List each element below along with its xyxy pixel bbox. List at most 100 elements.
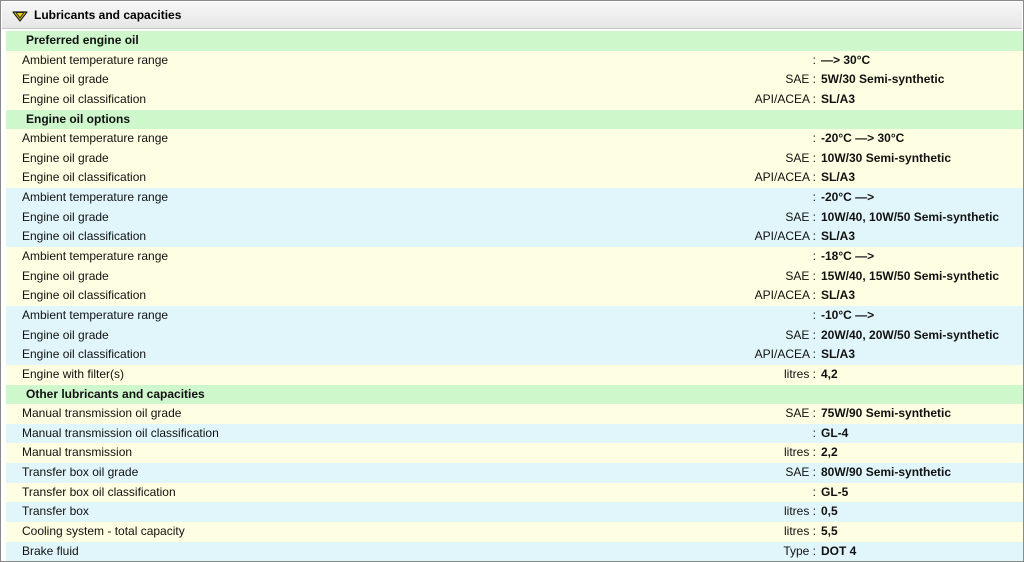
row-label: Ambient temperature range bbox=[22, 249, 169, 264]
row-label: Manual transmission oil grade bbox=[22, 406, 182, 421]
row-label: Transfer box bbox=[22, 504, 89, 519]
row-label: Ambient temperature range bbox=[22, 307, 169, 322]
row-value: 75W/90 Semi-synthetic bbox=[821, 406, 952, 421]
row-unit: API/ACEA : bbox=[754, 170, 816, 185]
row-value: SL/A3 bbox=[821, 170, 856, 185]
table-row: Engine oil classification API/ACEA : SL/A3 bbox=[6, 89, 1023, 110]
row-unit: SAE : bbox=[785, 327, 816, 342]
table-row: Engine oil grade SAE : 10W/40, 10W/50 Semi… bbox=[6, 207, 1023, 228]
table-row: Transfer box oil classification: GL-5 bbox=[6, 482, 1023, 503]
row-label: Engine oil grade bbox=[22, 327, 109, 342]
row-label: Ambient temperature range bbox=[22, 190, 169, 205]
row-label: Engine oil classification bbox=[22, 229, 147, 244]
lubricants-panel: Lubricants and capacities Preferred engi… bbox=[0, 0, 1024, 562]
row-label: Transfer box oil classification bbox=[22, 484, 176, 499]
row-unit: : bbox=[812, 249, 816, 264]
panel-title: Lubricants and capacities bbox=[34, 8, 182, 22]
row-unit: API/ACEA : bbox=[754, 347, 816, 362]
table-row: Engine oil classification API/ACEA : SL/A3 bbox=[6, 286, 1023, 306]
row-value: 10W/40, 10W/50 Semi-synthetic bbox=[821, 209, 1000, 224]
row-value: -20°C —> 30°C bbox=[821, 131, 905, 146]
table-row: Engine oil grade SAE : 15W/40, 15W/50 Semi… bbox=[6, 266, 1023, 287]
row-value: —> 30°C bbox=[821, 52, 871, 67]
row-value: SL/A3 bbox=[821, 347, 856, 362]
row-value: 5,5 bbox=[821, 524, 838, 539]
table-row: Engine oil grade SAE : 5W/30 Semi-syntheti… bbox=[6, 70, 1023, 90]
row-unit: SAE : bbox=[785, 406, 816, 421]
row-label: Engine oil grade bbox=[22, 150, 109, 165]
section-title: Preferred engine oil bbox=[26, 33, 139, 47]
row-label: Ambient temperature range bbox=[22, 131, 169, 146]
row-unit: API/ACEA : bbox=[754, 288, 816, 303]
row-label: Engine oil grade bbox=[22, 209, 109, 224]
oil-can-icon bbox=[12, 11, 28, 22]
row-value: -20°C —> bbox=[821, 190, 875, 205]
row-unit: : bbox=[812, 131, 816, 146]
row-unit: SAE : bbox=[785, 72, 816, 87]
table-row: Ambient temperature range: -20°C —> bbox=[6, 188, 1023, 208]
row-label: Engine oil grade bbox=[22, 72, 109, 87]
section-header: Other lubricants and capacities bbox=[6, 384, 1023, 405]
panel-header[interactable]: Lubricants and capacities bbox=[2, 2, 1022, 29]
row-value: GL-4 bbox=[821, 425, 849, 440]
table-row: Engine oil grade SAE : 10W/30 Semi-synthet… bbox=[6, 148, 1023, 169]
section-title: Other lubricants and capacities bbox=[26, 386, 205, 401]
row-unit: : bbox=[812, 425, 816, 440]
row-label: Engine oil classification bbox=[22, 170, 147, 185]
row-unit: : bbox=[812, 52, 816, 67]
row-value: GL-5 bbox=[821, 484, 849, 499]
row-value: -18°C —> bbox=[821, 249, 875, 264]
lubricants-table: Preferred engine oil Ambient temperature … bbox=[6, 31, 1023, 562]
row-unit: SAE : bbox=[785, 209, 816, 224]
table-row: Cooling system - total capacity litres : 5… bbox=[6, 522, 1023, 542]
row-unit: SAE : bbox=[785, 150, 816, 165]
row-unit: litres : bbox=[783, 366, 816, 381]
table-row: Engine oil grade SAE : 20W/40, 20W/50 Semi… bbox=[6, 325, 1023, 346]
row-label: Engine oil classification bbox=[22, 347, 147, 362]
row-unit: litres : bbox=[783, 524, 816, 539]
section-header: Preferred engine oil bbox=[6, 31, 1023, 51]
table-row: Ambient temperature range: -10°C —> bbox=[6, 305, 1023, 326]
table-row: Manual transmission oil classification: G… bbox=[6, 423, 1023, 444]
row-value: 4,2 bbox=[821, 366, 838, 381]
row-label: Engine oil grade bbox=[22, 268, 109, 283]
section-title: Engine oil options bbox=[26, 111, 130, 126]
row-label: Ambient temperature range bbox=[22, 52, 169, 67]
row-value: -10°C —> bbox=[821, 307, 875, 322]
table-row: Engine oil classification API/ACEA : SL/A3 bbox=[6, 345, 1023, 365]
table-row: Ambient temperature range: -18°C —> bbox=[6, 247, 1023, 267]
row-unit: API/ACEA : bbox=[754, 91, 816, 106]
row-label: Manual transmission bbox=[22, 445, 133, 460]
row-unit: : bbox=[812, 190, 816, 205]
table-row: Engine with filter(s) litres : 4,2 bbox=[6, 364, 1023, 385]
row-label: Engine with filter(s) bbox=[22, 366, 125, 381]
row-label: Engine oil classification bbox=[22, 288, 147, 303]
row-value: 2,2 bbox=[821, 445, 838, 460]
row-label: Manual transmission oil classification bbox=[22, 425, 219, 440]
row-value: 5W/30 Semi-synthetic bbox=[821, 72, 945, 87]
row-unit: SAE : bbox=[785, 268, 816, 283]
row-label: Cooling system - total capacity bbox=[22, 524, 185, 539]
table-row: Ambient temperature range: —> 30°C bbox=[6, 50, 1023, 71]
row-unit: API/ACEA : bbox=[754, 229, 816, 244]
row-unit: Type : bbox=[783, 543, 816, 558]
row-value: 80W/90 Semi-synthetic bbox=[821, 465, 952, 480]
table-row: Transfer box oil grade SAE : 80W/90 Semi-s… bbox=[6, 463, 1023, 483]
row-value: 0,5 bbox=[821, 504, 838, 519]
row-unit: SAE : bbox=[785, 465, 816, 480]
table-row: Manual transmission oil grade SAE : 75W/90… bbox=[6, 404, 1023, 424]
table-row: Engine oil classification API/ACEA : SL/A3 bbox=[6, 227, 1023, 248]
row-value: DOT 4 bbox=[821, 543, 857, 558]
table-row: Transfer box litres : 0,5 bbox=[6, 502, 1023, 523]
row-value: 20W/40, 20W/50 Semi-synthetic bbox=[821, 327, 1000, 342]
section-header: Engine oil options bbox=[6, 109, 1023, 130]
table-row: Manual transmission litres : 2,2 bbox=[6, 443, 1023, 464]
row-label: Engine oil classification bbox=[22, 91, 147, 106]
row-value: 15W/40, 15W/50 Semi-synthetic bbox=[821, 268, 1000, 283]
row-value: SL/A3 bbox=[821, 229, 856, 244]
row-unit: litres : bbox=[783, 445, 816, 460]
row-value: 10W/30 Semi-synthetic bbox=[821, 150, 952, 165]
row-value: SL/A3 bbox=[821, 91, 856, 106]
row-label: Brake fluid bbox=[22, 543, 79, 558]
row-value: SL/A3 bbox=[821, 288, 856, 303]
